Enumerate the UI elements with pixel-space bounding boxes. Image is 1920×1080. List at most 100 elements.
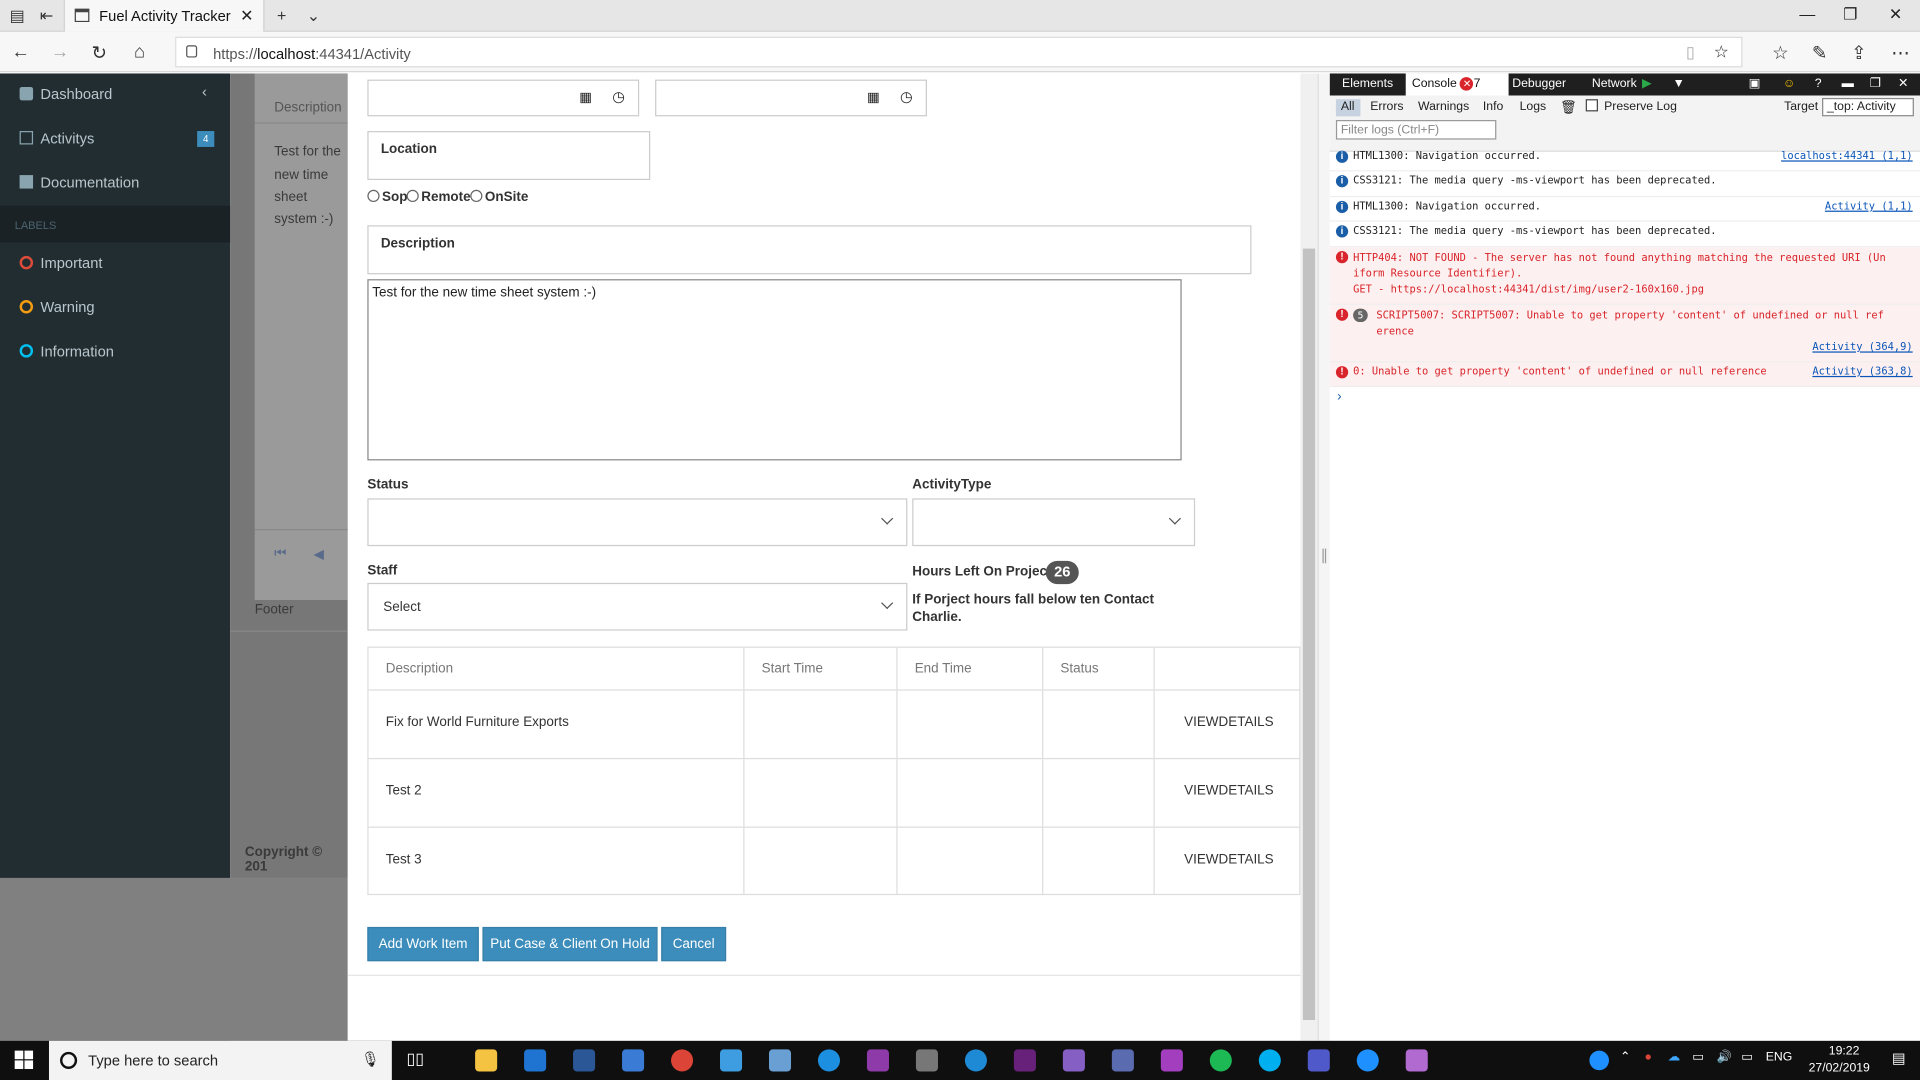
calendar-icon[interactable]: ▦ — [867, 89, 880, 106]
volume-icon[interactable]: 🔊 — [1717, 1051, 1732, 1064]
tab-debugger[interactable]: Debugger — [1512, 77, 1566, 90]
view-details-link[interactable]: VIEWDETAILS — [1155, 828, 1302, 895]
set-tabs-aside-icon[interactable]: ⇤ — [37, 6, 57, 26]
file-explorer-icon[interactable] — [475, 1049, 498, 1072]
sidebar-label-warning[interactable]: Warning — [0, 287, 230, 331]
back-icon[interactable]: ← — [10, 42, 32, 63]
devtools-splitter[interactable] — [1317, 73, 1330, 1041]
filter-logs-input[interactable]: Filter logs (Ctrl+F) — [1335, 120, 1497, 140]
url-input[interactable]: https://localhost:44341/Activity ▯ ☆ — [175, 36, 1743, 68]
clock-date[interactable]: 27/02/2019 — [1809, 1062, 1870, 1075]
target-select[interactable]: _top: Activity — [1822, 97, 1914, 117]
status-select[interactable] — [367, 498, 908, 547]
onenote-2016-icon[interactable] — [1160, 1049, 1183, 1072]
sidebar-item-dashboard[interactable]: Dashboard ‹ — [0, 73, 230, 117]
windows-start-icon[interactable] — [14, 1050, 35, 1071]
window-close-icon[interactable]: ✕ — [1883, 5, 1907, 25]
filter-all[interactable]: All — [1335, 99, 1361, 117]
sidebar-item-activitys[interactable]: Activitys 4 — [0, 118, 230, 162]
clear-console-icon[interactable]: 🗑 — [1560, 99, 1577, 115]
view-details-link[interactable]: VIEWDETAILS — [1155, 691, 1302, 758]
taskbar-search-box[interactable]: Type here to search 🎙 — [48, 1040, 392, 1080]
task-view-icon[interactable]: ▯▯ — [407, 1049, 425, 1069]
filter-warnings[interactable]: Warnings — [1418, 100, 1469, 113]
help-app-icon[interactable] — [1356, 1049, 1379, 1072]
more-tools-chevron-icon[interactable]: ▼ — [1673, 77, 1685, 90]
location-radio-remote[interactable] — [406, 189, 419, 203]
close-tab-icon[interactable]: ✕ — [240, 6, 253, 26]
put-on-hold-button[interactable]: Put Case & Client On Hold — [482, 926, 658, 962]
console-prompt-icon[interactable]: › — [1337, 389, 1341, 404]
home-icon[interactable]: ⌂ — [129, 42, 151, 63]
tray-chevron-icon[interactable]: ⌃ — [1620, 1051, 1630, 1064]
tab-console[interactable]: Console ✕ 7 — [1405, 73, 1509, 96]
restore-icon[interactable]: ❐ — [1838, 5, 1862, 25]
add-work-item-button[interactable]: Add Work Item — [367, 926, 479, 962]
app-icon[interactable] — [768, 1049, 792, 1072]
console-drawer-icon[interactable]: ▣ — [1749, 77, 1761, 90]
close-devtools-icon[interactable]: ✕ — [1898, 77, 1908, 90]
filter-logs[interactable]: Logs — [1520, 100, 1547, 113]
log-source-link[interactable]: Activity (363,8) — [1812, 366, 1912, 378]
azure-icon[interactable] — [720, 1049, 743, 1072]
web-note-icon[interactable]: ✎ — [1809, 42, 1831, 64]
feedback-hub-icon[interactable] — [1405, 1049, 1428, 1072]
forward-icon[interactable]: → — [49, 42, 71, 63]
notifications-icon[interactable]: ▤ — [1892, 1049, 1906, 1066]
store-icon[interactable] — [622, 1049, 645, 1072]
spotify-icon[interactable] — [1209, 1049, 1232, 1072]
sidebar-item-documentation[interactable]: Documentation — [0, 162, 230, 206]
internet-explorer-icon[interactable] — [964, 1049, 987, 1072]
description-textarea[interactable]: Test for the new time sheet system :-) — [367, 279, 1182, 461]
ssms-icon[interactable] — [1111, 1049, 1134, 1072]
sidebar-label-important[interactable]: Important — [0, 242, 230, 286]
filter-info[interactable]: Info — [1483, 100, 1503, 113]
microphone-icon[interactable]: 🎙 — [361, 1051, 380, 1068]
chrome-icon[interactable] — [671, 1049, 694, 1072]
feedback-smiley-icon[interactable]: ☺ — [1783, 77, 1796, 90]
log-source-link[interactable]: localhost:44341 (1,1) — [1781, 151, 1913, 163]
tab-list-icon[interactable]: ▤ — [7, 6, 27, 26]
help-icon[interactable]: ? — [1815, 77, 1822, 90]
location-radio-onsite[interactable] — [470, 189, 483, 203]
network-icon[interactable]: ▭ — [1692, 1051, 1704, 1064]
action-center-small-icon[interactable]: ▭ — [1741, 1051, 1753, 1064]
onenote-icon[interactable] — [866, 1049, 889, 1072]
collapse-chevron-icon[interactable]: ‹ — [202, 83, 207, 100]
calendar-icon[interactable]: ▦ — [579, 89, 592, 106]
edge-browser-icon[interactable] — [524, 1049, 547, 1072]
tray-help-icon[interactable] — [1589, 1050, 1609, 1071]
visual-studio-preview-icon[interactable] — [1062, 1049, 1085, 1072]
teamviewer-icon[interactable] — [817, 1049, 841, 1072]
onedrive-icon[interactable]: ☁ — [1668, 1051, 1680, 1064]
new-tab-icon[interactable]: + — [272, 6, 292, 26]
clock-icon[interactable]: ◷ — [612, 88, 625, 105]
page-scrollbar[interactable] — [1300, 73, 1318, 1041]
favorite-star-icon[interactable]: ☆ — [1714, 42, 1729, 63]
clock-time[interactable]: 19:22 — [1817, 1044, 1871, 1057]
share-icon[interactable]: ⇪ — [1848, 42, 1870, 64]
skype-icon[interactable] — [1258, 1049, 1281, 1072]
tray-chrome-icon[interactable]: ● — [1645, 1051, 1652, 1064]
preserve-log-checkbox[interactable] — [1585, 99, 1598, 112]
reading-view-icon[interactable]: ▯ — [1686, 43, 1695, 63]
end-date-input[interactable]: ▦ ◷ — [655, 79, 927, 117]
sidebar-label-information[interactable]: Information — [0, 331, 230, 375]
dock-bottom-icon[interactable]: ▬ — [1842, 77, 1854, 90]
snipping-tool-icon[interactable] — [915, 1049, 938, 1072]
browser-tab[interactable]: Fuel Activity Tracker ✕ — [63, 0, 265, 32]
undock-icon[interactable]: ❐ — [1870, 77, 1881, 90]
word-icon[interactable] — [573, 1049, 596, 1072]
view-details-link[interactable]: VIEWDETAILS — [1155, 759, 1302, 826]
activity-type-select[interactable] — [912, 498, 1196, 547]
language-indicator[interactable]: ENG — [1766, 1051, 1793, 1064]
clock-icon[interactable]: ◷ — [900, 88, 913, 105]
refresh-icon[interactable]: ↻ — [88, 42, 110, 64]
visual-studio-icon[interactable] — [1013, 1049, 1036, 1072]
tab-network[interactable]: Network — [1592, 77, 1637, 90]
scrollbar-thumb[interactable] — [1302, 248, 1316, 1021]
favorites-hub-icon[interactable]: ☆ — [1769, 42, 1791, 64]
teams-icon[interactable] — [1307, 1049, 1330, 1072]
staff-select[interactable]: Select — [367, 582, 908, 631]
location-radio-sop[interactable] — [367, 189, 380, 203]
